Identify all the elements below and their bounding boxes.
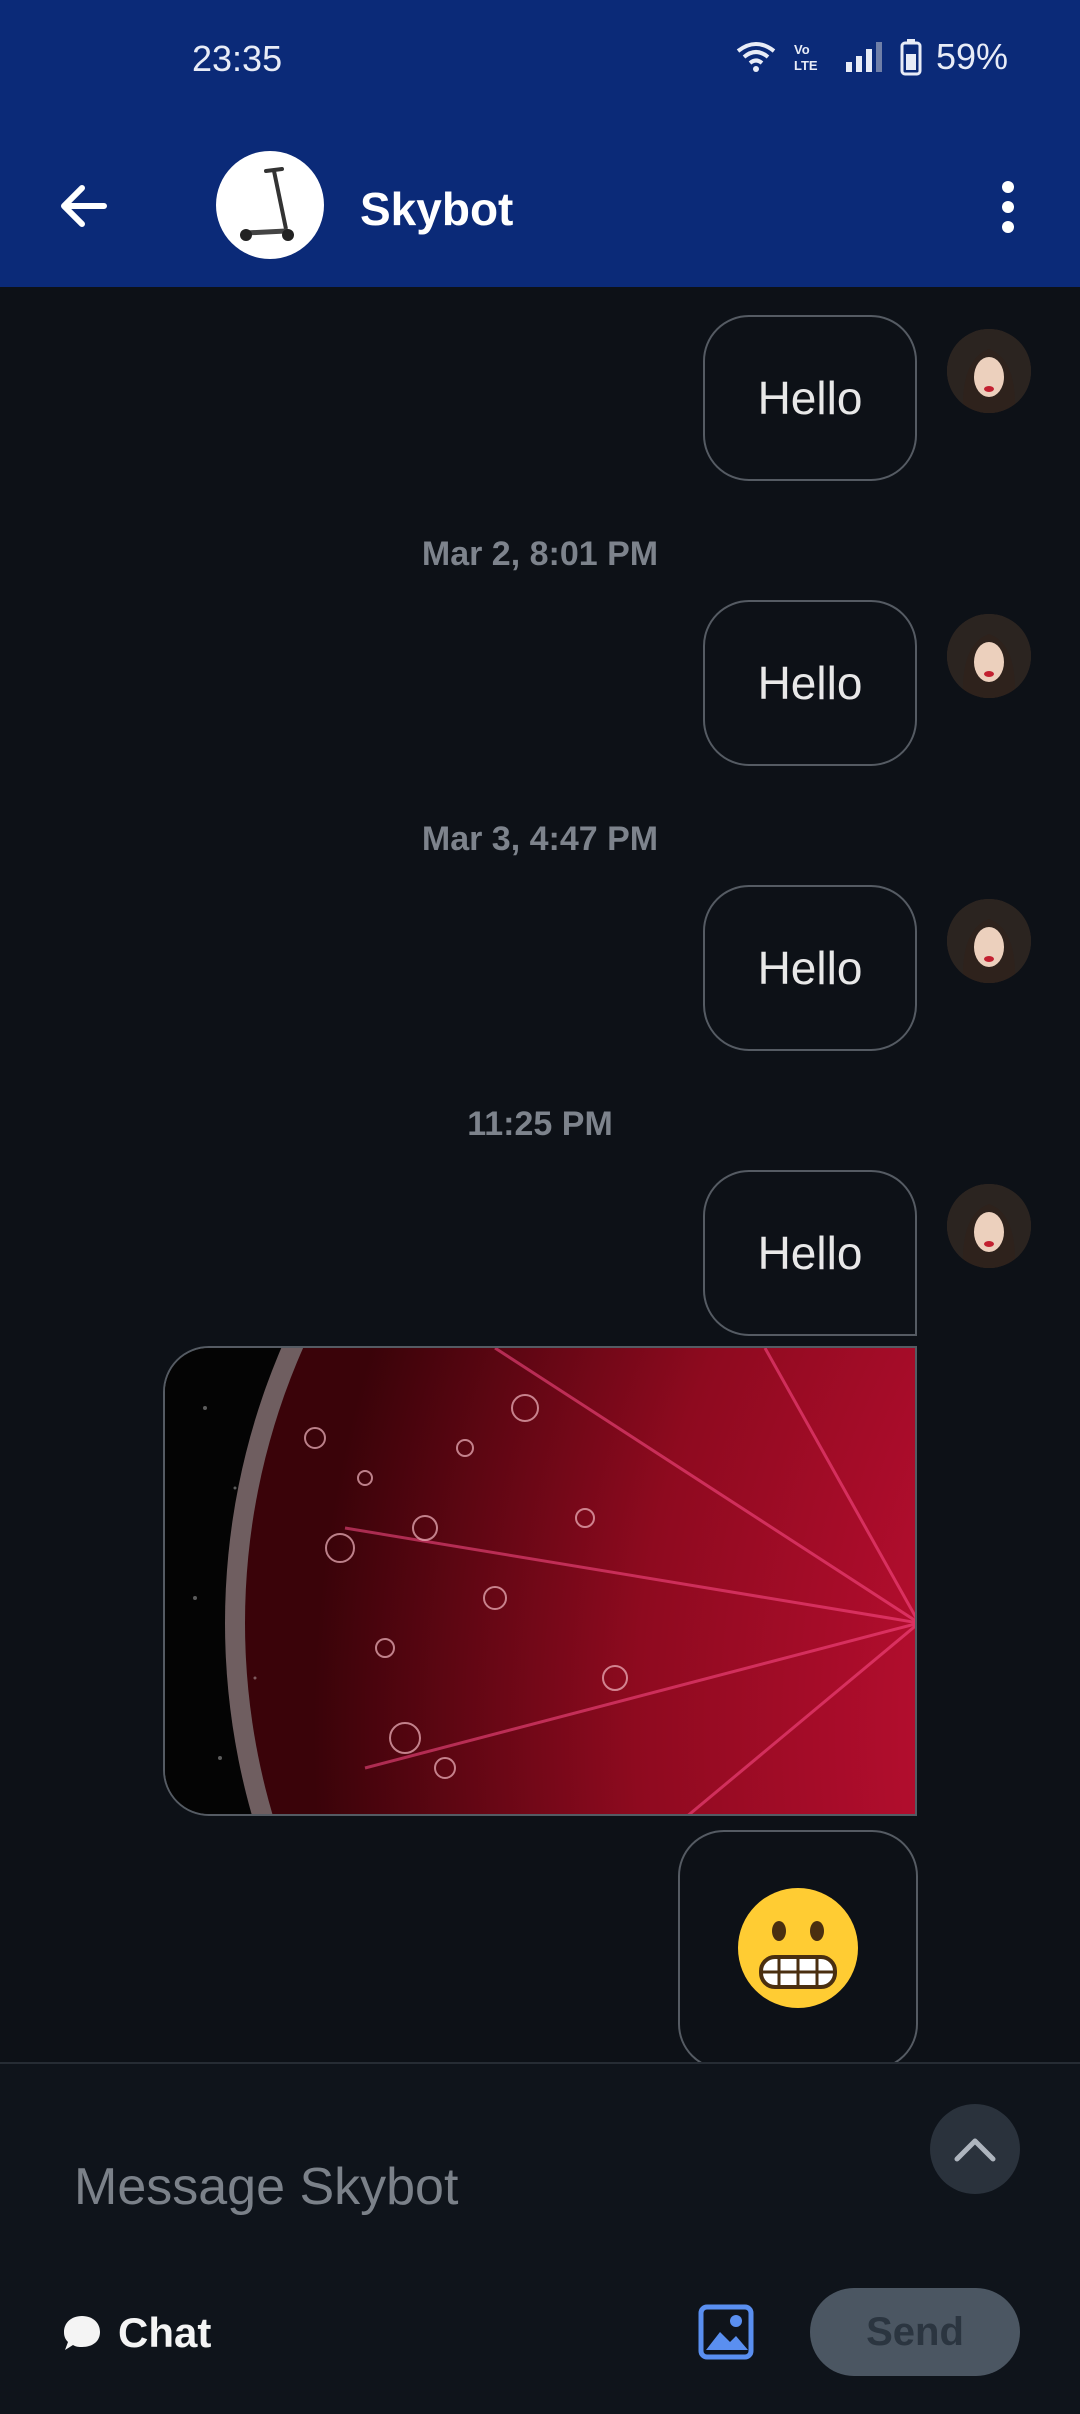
status-icons: Vo LTE 59% <box>734 36 1008 78</box>
chat-mode-label: Chat <box>118 2309 212 2356</box>
battery-percent: 59% <box>935 36 1008 77</box>
svg-text:LTE: LTE <box>794 58 818 73</box>
wifi-icon <box>734 39 778 75</box>
chat-bubble-icon <box>64 2316 100 2350</box>
message-bubble[interactable]: Hello <box>703 600 917 766</box>
message-text: Hello <box>757 657 863 709</box>
image-message[interactable] <box>163 1346 917 1816</box>
message-bubble[interactable]: Hello <box>703 1170 917 1336</box>
more-options-button[interactable] <box>990 177 1026 237</box>
status-bar: 23:35 Vo LTE 59% <box>0 0 1080 125</box>
svg-text:Vo: Vo <box>794 42 810 57</box>
chat-mode-toggle[interactable]: Chat <box>62 2309 211 2357</box>
back-button[interactable] <box>52 173 118 239</box>
status-time: 23:35 <box>192 38 283 79</box>
timestamp-label: Mar 3, 4:47 PM <box>421 820 659 858</box>
message-input[interactable] <box>72 2146 896 2228</box>
expand-button[interactable] <box>930 2104 1020 2194</box>
timestamp-label: Mar 2, 8:01 PM <box>421 535 659 573</box>
user-avatar[interactable] <box>947 329 1031 413</box>
user-avatar[interactable] <box>947 899 1031 983</box>
message-list[interactable]: Hello Mar 2, 8:01 PM Hello Mar 3, 4:47 P… <box>0 287 1080 2062</box>
message-text: Hello <box>757 942 863 994</box>
timestamp-label: 11:25 PM <box>467 1105 613 1143</box>
message-composer: Chat Send <box>0 2062 1080 2414</box>
app-bar: Skybot <box>0 125 1080 287</box>
chevron-up-icon <box>954 2138 996 2162</box>
arrow-left-icon <box>61 185 107 227</box>
message-bubble[interactable]: Hello <box>703 885 917 1051</box>
message-bubble[interactable]: Hello <box>703 315 917 481</box>
emoji-message[interactable]: 😬 <box>678 1830 918 2062</box>
scooter-avatar[interactable] <box>216 151 324 259</box>
user-avatar[interactable] <box>947 1184 1031 1268</box>
page-title: Skybot <box>360 183 514 235</box>
attach-image-button[interactable] <box>698 2304 754 2360</box>
volte-icon: Vo LTE <box>792 40 830 74</box>
signal-icon <box>844 40 886 74</box>
image-icon <box>698 2304 754 2360</box>
battery-icon <box>900 38 922 76</box>
message-text: Hello <box>757 1227 863 1279</box>
user-avatar[interactable] <box>947 614 1031 698</box>
more-vertical-icon <box>1002 181 1014 233</box>
grimacing-face-icon <box>735 1885 861 2016</box>
message-text: Hello <box>757 372 863 424</box>
send-button[interactable]: Send <box>810 2288 1020 2376</box>
